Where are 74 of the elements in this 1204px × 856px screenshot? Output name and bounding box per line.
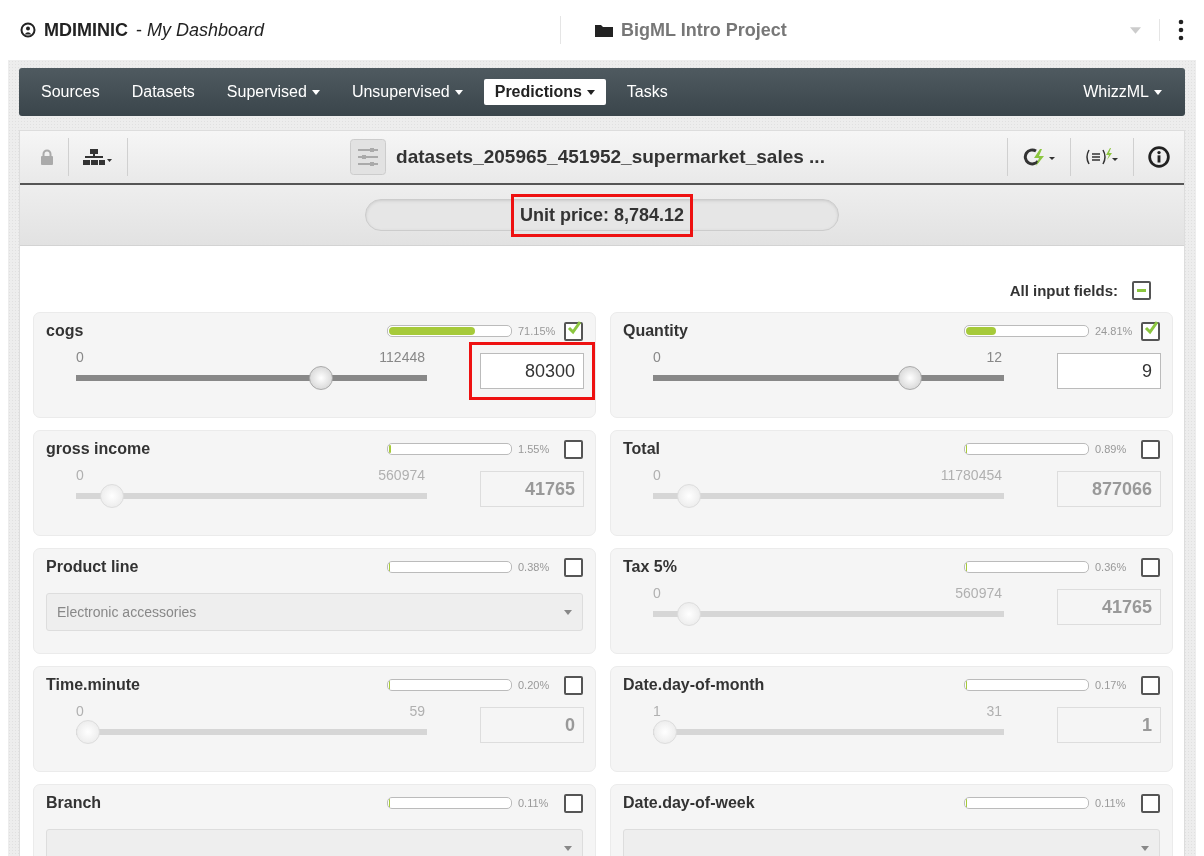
importance-value: 1.55% — [517, 443, 551, 455]
importance-value: 0.17% — [1094, 679, 1128, 691]
field-checkbox[interactable] — [1141, 793, 1160, 813]
all-fields-checkbox[interactable] — [1132, 280, 1151, 300]
field-checkbox[interactable] — [1141, 557, 1160, 577]
slider-min: 0 — [653, 585, 661, 601]
value-input[interactable]: 9 — [1057, 353, 1161, 389]
nav-tab[interactable]: Predictions — [483, 79, 606, 105]
slider-max: 31 — [986, 703, 1002, 719]
field-checkbox[interactable] — [1141, 439, 1160, 459]
field-checkbox[interactable] — [564, 439, 583, 459]
formula-bolt-icon[interactable] — [1085, 148, 1119, 166]
slider-max: 59 — [409, 703, 425, 719]
slider-min: 0 — [653, 467, 661, 483]
field-name: Date.day-of-week — [623, 794, 756, 812]
slider-min: 0 — [76, 349, 84, 365]
field-name: Date.day-of-month — [623, 676, 766, 694]
slider-thumb[interactable] — [898, 366, 923, 390]
dashboard-title: - My Dashboard — [136, 19, 265, 41]
field-name: gross income — [46, 440, 152, 458]
field-checkbox[interactable] — [1141, 321, 1160, 341]
nav-tab[interactable]: WhizzML — [1072, 79, 1173, 105]
importance-value: 0.38% — [517, 561, 551, 573]
lock-icon[interactable] — [40, 149, 54, 165]
importance-value: 0.36% — [1094, 561, 1128, 573]
nav-tab[interactable]: Datasets — [120, 79, 206, 105]
importance-value: 71.15% — [517, 325, 557, 337]
slider-max: 560974 — [955, 585, 1002, 601]
sync-bolt-icon[interactable] — [1022, 148, 1056, 166]
field-name: cogs — [46, 322, 85, 340]
importance-value: 0.11% — [1094, 797, 1127, 809]
field-name: Quantity — [623, 322, 689, 340]
nav-tab[interactable]: Sources — [30, 79, 111, 105]
importance-value: 0.20% — [517, 679, 551, 691]
dataset-title: datasets_205965_451952_supermarket_sales ... — [396, 146, 825, 168]
field-checkbox[interactable] — [1141, 675, 1160, 695]
importance-value: 24.81% — [1094, 325, 1134, 337]
field-name: Time.minute — [46, 676, 141, 694]
info-icon[interactable] — [1148, 146, 1170, 168]
slider-thumb[interactable] — [309, 366, 334, 390]
field-checkbox[interactable] — [564, 675, 583, 695]
slider-max: 112448 — [379, 349, 425, 365]
tree-icon[interactable] — [83, 149, 113, 165]
slider-min: 0 — [76, 703, 84, 719]
field-checkbox[interactable] — [564, 793, 583, 813]
slider-max: 12 — [986, 349, 1002, 365]
field-name: Tax 5% — [623, 558, 678, 576]
nav-tab[interactable]: Tasks — [615, 79, 679, 105]
importance-value: 0.11% — [517, 797, 550, 809]
field-name: Product line — [46, 558, 140, 576]
value-input[interactable]: 80300 — [480, 353, 584, 389]
nav-tab[interactable]: Supervised — [215, 79, 331, 105]
user-name[interactable]: MDIMINIC — [44, 19, 128, 41]
importance-value: 0.89% — [1094, 443, 1128, 455]
folder-icon — [595, 23, 613, 37]
project-name[interactable]: BigML Intro Project — [621, 19, 787, 41]
dataset-icon — [350, 139, 387, 175]
field-name: Total — [623, 440, 662, 458]
prediction-result: Unit price: 8,784.12 — [510, 193, 694, 237]
nav-tab[interactable]: Unsupervised — [340, 79, 474, 105]
user-icon — [20, 22, 36, 38]
all-fields-label: All input fields: — [1009, 281, 1118, 299]
caret-icon — [564, 845, 572, 851]
slider-max: 560974 — [378, 467, 425, 483]
slider-max: 11780454 — [940, 467, 1002, 483]
more-icon[interactable] — [1159, 19, 1184, 41]
slider-min: 1 — [653, 703, 661, 719]
slider-min: 0 — [76, 467, 84, 483]
field-checkbox[interactable] — [564, 557, 583, 577]
caret-icon — [1141, 845, 1149, 851]
caret-icon — [564, 609, 572, 615]
field-checkbox[interactable] — [564, 321, 583, 341]
slider-min: 0 — [653, 349, 661, 365]
field-name: Branch — [46, 794, 103, 812]
